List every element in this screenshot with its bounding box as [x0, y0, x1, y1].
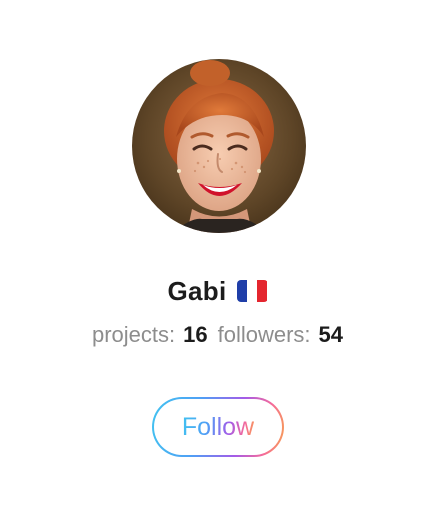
projects-stat: projects: 16	[92, 322, 208, 348]
projects-count: 16	[183, 322, 208, 347]
followers-label: followers:	[217, 322, 311, 347]
avatar[interactable]	[132, 59, 306, 233]
follow-button-inner: Follow	[154, 399, 282, 455]
france-flag-icon	[236, 280, 268, 302]
profile-card: Gabi projects: 16 followers: 54 Follow	[0, 0, 435, 514]
profile-stats: projects: 16 followers: 54	[0, 322, 435, 358]
projects-label: projects:	[91, 322, 176, 347]
profile-name: Gabi	[167, 275, 227, 306]
followers-count: 54	[318, 322, 344, 347]
avatar-image	[132, 59, 306, 233]
name-row: Gabi	[0, 271, 435, 311]
follow-button-label: Follow	[181, 412, 255, 441]
followers-stat: followers: 54	[218, 322, 343, 348]
follow-button[interactable]: Follow	[152, 397, 284, 457]
